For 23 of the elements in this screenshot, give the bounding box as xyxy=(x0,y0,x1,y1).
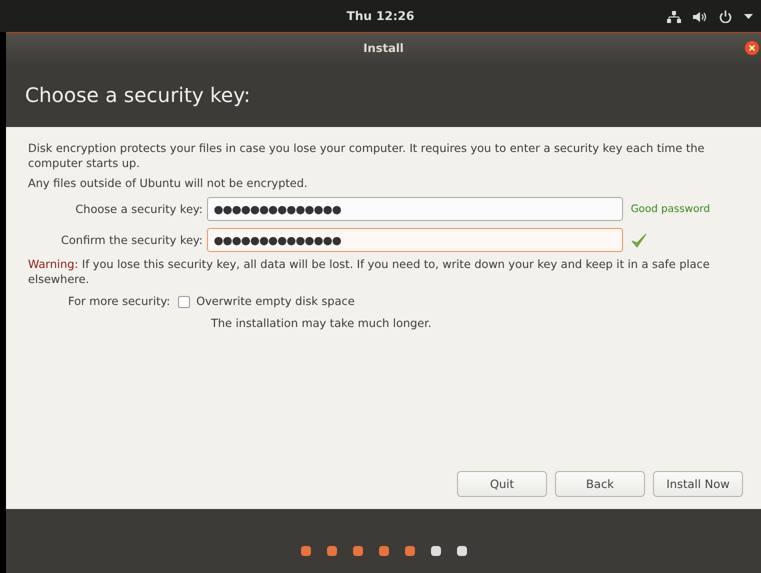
clock[interactable]: Thu 12:26 xyxy=(346,9,414,23)
field-label: Choose a security key: xyxy=(74,202,203,216)
dialog-button[interactable]: Back xyxy=(555,471,645,497)
dialog-button[interactable]: Install Now xyxy=(653,471,743,497)
dialog-button[interactable]: Quit xyxy=(457,471,547,497)
intro-text: Disk encryption protects your files in case you lose your computer. It requires you to enter a security key each time the computer starts up. xyxy=(28,141,706,171)
overwrite-checkbox[interactable]: Overwrite empty disk space xyxy=(178,295,355,308)
intro-text: Any files outside of Ubuntu will not be encrypted. xyxy=(28,176,309,191)
field-label: Confirm the security key: xyxy=(60,234,203,246)
strength-text: Good password xyxy=(630,203,710,215)
power-icon[interactable] xyxy=(719,10,732,23)
security-label: For more security: xyxy=(68,295,170,308)
note-text: The installation may take much longer. xyxy=(211,317,432,330)
volume-icon[interactable] xyxy=(693,10,707,22)
password-field[interactable]: ●●●●●●●●●●●●●● xyxy=(206,197,623,221)
close-icon[interactable] xyxy=(745,41,759,55)
window-title: Install xyxy=(363,41,404,55)
page-title: Choose a security key: xyxy=(25,83,250,107)
network-icon[interactable] xyxy=(667,10,681,22)
checkbox[interactable] xyxy=(178,296,190,308)
warning-text: Warning: If you lose this security key, all data will be lost. If you need to, write down your key and keep it in a safe place elsewhere. xyxy=(28,257,711,287)
password-field[interactable]: ●●●●●●●●●●●●●● xyxy=(206,228,623,252)
caret-icon[interactable] xyxy=(744,14,753,19)
